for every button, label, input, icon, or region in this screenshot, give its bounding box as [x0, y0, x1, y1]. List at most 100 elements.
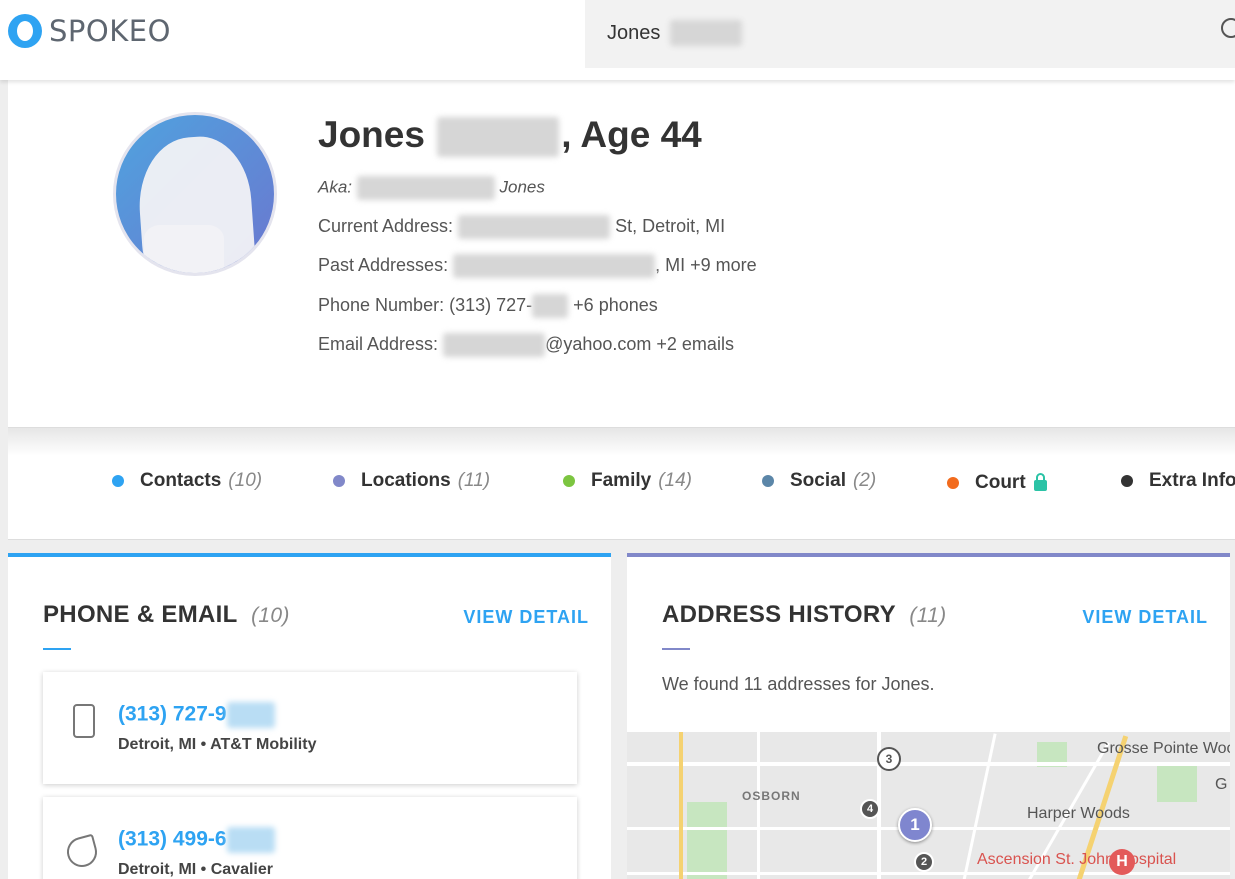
phone-prefix: (313) 727- — [449, 294, 533, 315]
map-label-harper: Harper Woods — [1027, 805, 1130, 822]
logo-text: SPOKEO — [49, 14, 171, 48]
search-icon[interactable] — [1221, 18, 1235, 38]
redacted-phone — [226, 827, 275, 853]
phone-number: Phone Number: (313) 727- +6 phones — [318, 294, 658, 318]
search-bar — [585, 0, 1235, 68]
family-dot-icon — [563, 475, 575, 487]
mobile-phone-icon — [73, 704, 95, 738]
map-pin-2[interactable]: 2 — [914, 852, 934, 872]
map-label-osborn: OSBORN — [742, 789, 801, 803]
past-addresses-value: , MI +9 more — [655, 254, 757, 275]
panel-count: (10) — [251, 604, 290, 627]
phone-detail: Detroit, MI • Cavalier — [118, 861, 273, 878]
redacted-aka — [356, 176, 495, 200]
panel-title: PHONE & EMAIL (10) — [43, 601, 290, 629]
past-addresses: Past Addresses: , MI +9 more — [318, 254, 757, 278]
map-label-hospital: Ascension St. John Hospital — [977, 851, 1177, 868]
email-address: Email Address: @yahoo.com +2 emails — [318, 333, 734, 357]
phone-card[interactable]: (313) 499-6 Detroit, MI • Cavalier — [43, 797, 577, 879]
tab-count: (11) — [457, 470, 491, 491]
map-highway — [679, 732, 683, 879]
profile-card: Jones , Age 44 Aka: Jones Current Addres… — [8, 80, 1235, 428]
redacted-address — [453, 254, 656, 278]
spokeo-logo[interactable]: SPOKEO — [8, 14, 171, 48]
map-pin-1[interactable]: 1 — [898, 808, 932, 842]
park-area — [1157, 762, 1197, 802]
locations-dot-icon — [333, 475, 345, 487]
phone-detail: Detroit, MI • AT&T Mobility — [118, 736, 317, 753]
panel-title-text: ADDRESS HISTORY — [662, 601, 896, 628]
phone-more: +6 phones — [573, 294, 658, 315]
court-dot-icon — [947, 477, 959, 489]
title-underline — [43, 648, 71, 650]
tab-contacts[interactable]: Contacts (10) — [112, 470, 262, 492]
phone-number-text: (313) 727-9 — [118, 702, 227, 726]
email-value: @yahoo.com +2 emails — [545, 333, 734, 354]
hospital-icon[interactable]: H — [1109, 849, 1135, 875]
tab-label: Court — [975, 472, 1026, 493]
address-map[interactable]: Grosse Pointe Woods OSBORN Harper Woods … — [627, 732, 1230, 879]
tab-count: (10) — [228, 470, 263, 491]
social-dot-icon — [762, 475, 774, 487]
redacted-name — [437, 117, 560, 158]
contacts-dot-icon — [112, 475, 124, 487]
phone-number-link[interactable]: (313) 499-6 — [118, 827, 275, 853]
map-road — [627, 872, 1230, 875]
tab-extra-info[interactable]: Extra Info — [1121, 470, 1235, 492]
spokeo-logo-icon — [8, 14, 42, 48]
current-address-label: Current Address: — [318, 215, 454, 236]
tab-count: (2) — [852, 470, 877, 491]
map-road — [627, 762, 1230, 766]
redacted-email — [443, 333, 546, 357]
tab-count: (14) — [658, 470, 692, 491]
map-pin-3[interactable]: 3 — [877, 747, 901, 771]
aka-last: Jones — [499, 177, 545, 197]
name-age: , Age 44 — [561, 114, 702, 155]
tab-label: Family — [591, 470, 652, 491]
redacted-phone — [532, 294, 569, 318]
extra-info-dot-icon — [1121, 475, 1133, 487]
tab-family[interactable]: Family (14) — [563, 470, 692, 492]
aka-line: Aka: Jones — [318, 176, 545, 200]
tab-label: Contacts — [140, 470, 222, 491]
avatar — [113, 112, 277, 276]
past-addresses-label: Past Addresses: — [318, 254, 449, 275]
redacted-address — [458, 215, 611, 239]
profile-name: Jones , Age 44 — [318, 114, 702, 158]
email-label: Email Address: — [318, 333, 439, 354]
map-pin-4[interactable]: 4 — [860, 799, 880, 819]
view-detail-button[interactable]: VIEW DETAIL — [463, 607, 589, 628]
aka-label: Aka: — [318, 177, 353, 197]
map-label-grosse-pointe: Grosse Pointe Woods — [1097, 740, 1230, 757]
map-label-g: G — [1215, 776, 1228, 793]
tab-locations[interactable]: Locations (11) — [333, 470, 490, 492]
tab-label: Extra Info — [1149, 470, 1235, 491]
phone-number-link[interactable]: (313) 727-9 — [118, 702, 275, 728]
redacted-name — [670, 20, 742, 46]
panel-count: (11) — [909, 604, 947, 627]
addresses-found-text: We found 11 addresses for Jones. — [662, 674, 935, 694]
title-underline — [662, 648, 690, 650]
top-header: SPOKEO — [0, 0, 1235, 80]
panel-title-text: PHONE & EMAIL — [43, 601, 238, 628]
lock-icon — [1033, 472, 1047, 491]
tab-social[interactable]: Social (2) — [762, 470, 876, 492]
tab-label: Social — [790, 470, 846, 491]
address-history-panel: ADDRESS HISTORY (11) VIEW DETAIL We foun… — [627, 553, 1230, 879]
map-road — [757, 732, 760, 879]
panel-title: ADDRESS HISTORY (11) — [662, 601, 946, 629]
park-area — [687, 802, 727, 879]
current-address-value: St, Detroit, MI — [615, 215, 726, 236]
phone-card[interactable]: (313) 727-9 Detroit, MI • AT&T Mobility — [43, 672, 577, 784]
phone-label: Phone Number: — [318, 294, 445, 315]
section-tabs: Contacts (10) Locations (11) Family (14)… — [8, 428, 1235, 540]
view-detail-button[interactable]: VIEW DETAIL — [1082, 607, 1208, 628]
tab-court[interactable]: Court — [947, 472, 1047, 494]
phone-email-panel: PHONE & EMAIL (10) VIEW DETAIL (313) 727… — [8, 553, 611, 879]
avatar-head — [134, 133, 258, 273]
redacted-phone — [226, 702, 275, 728]
name-first: Jones — [318, 114, 425, 155]
landline-phone-icon — [63, 833, 101, 871]
tab-label: Locations — [361, 470, 451, 491]
phone-number-text: (313) 499-6 — [118, 827, 227, 851]
